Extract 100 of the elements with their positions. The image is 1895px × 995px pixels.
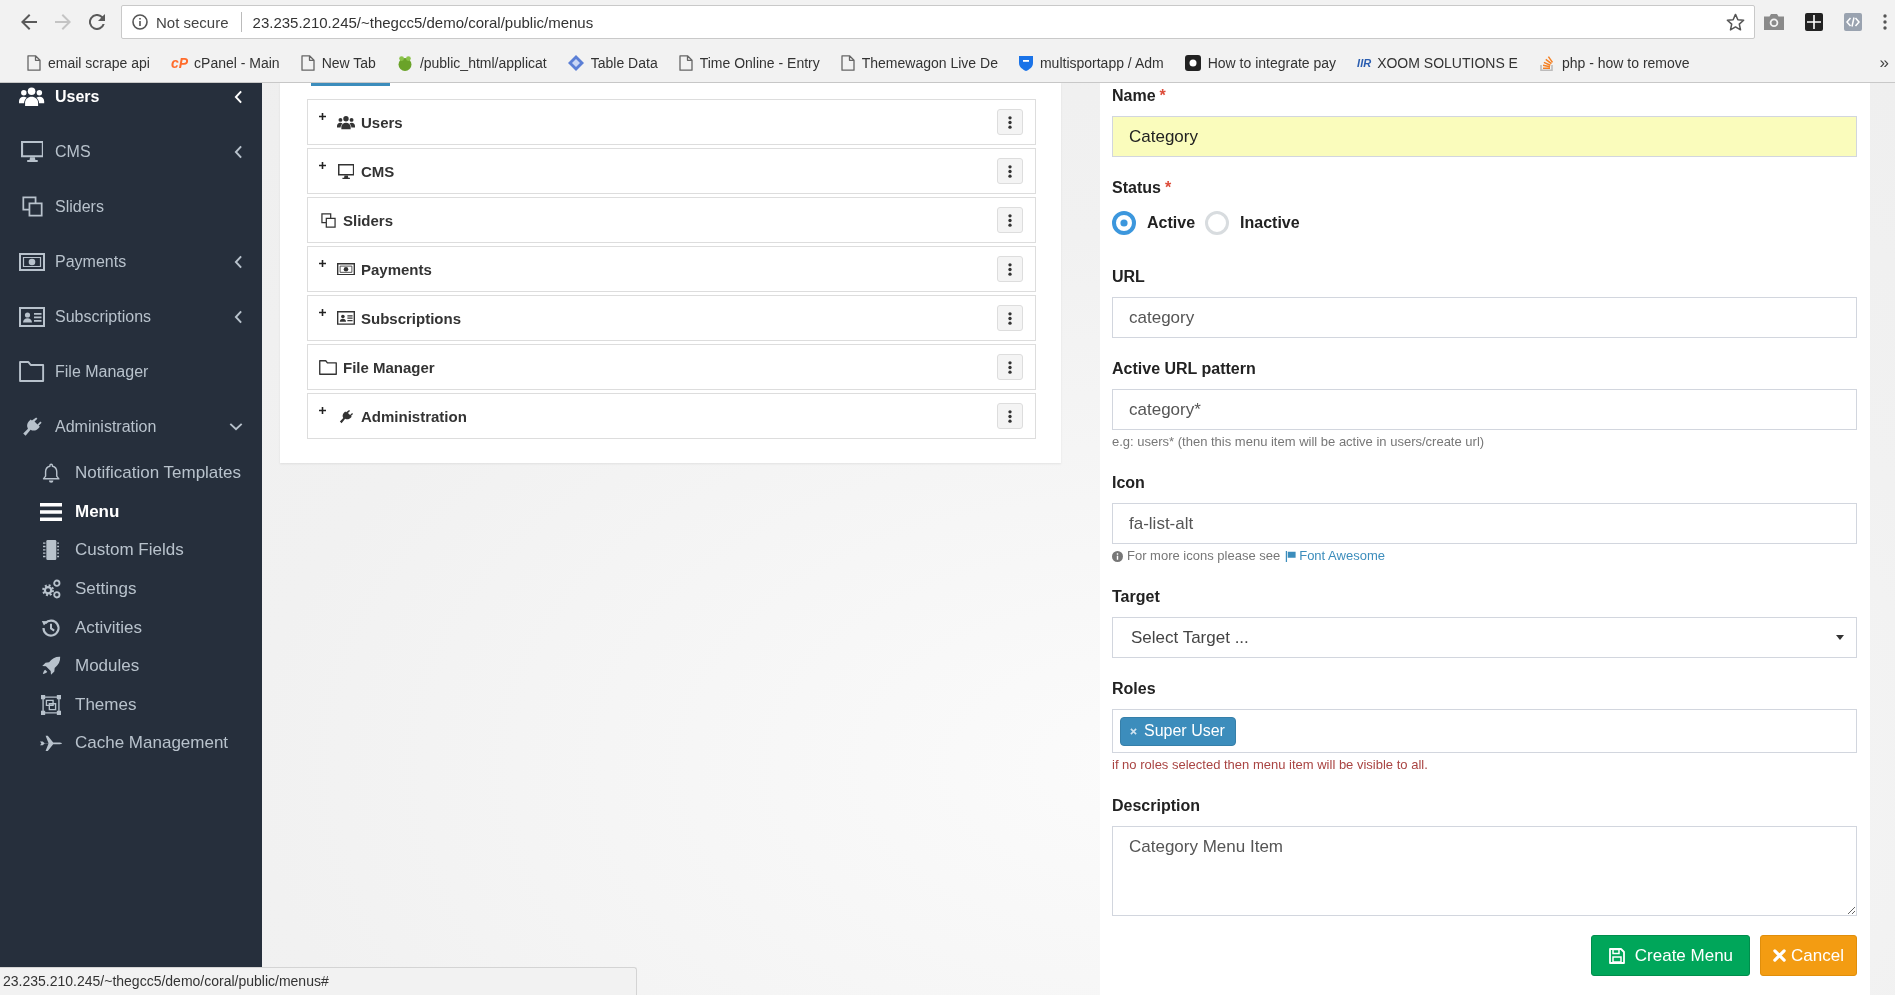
bookmark[interactable]: New Tab bbox=[300, 54, 376, 71]
chevron-left-icon[interactable] bbox=[234, 254, 243, 269]
id-card-icon bbox=[337, 311, 355, 325]
menu-tree-row[interactable]: File Manager bbox=[307, 344, 1036, 390]
row-menu-button[interactable] bbox=[997, 158, 1023, 184]
sidebar-item[interactable]: Subscriptions bbox=[0, 289, 262, 344]
stack-icon bbox=[1538, 54, 1555, 71]
chevron-left-icon[interactable] bbox=[234, 144, 243, 159]
radio-label[interactable]: Active bbox=[1147, 214, 1196, 232]
radio-button[interactable] bbox=[1112, 211, 1136, 235]
id-card-icon bbox=[19, 306, 45, 327]
bell-icon bbox=[41, 463, 61, 484]
star-icon[interactable] bbox=[1726, 13, 1745, 31]
row-menu-button[interactable] bbox=[997, 207, 1023, 233]
textarea-field[interactable]: Category Menu Item bbox=[1112, 826, 1857, 916]
bookmark[interactable]: Themewagon Live De bbox=[840, 54, 998, 71]
bookmarks-overflow-button[interactable]: » bbox=[1879, 52, 1889, 73]
menu-tree-row[interactable]: Users bbox=[307, 99, 1036, 145]
jet-icon bbox=[40, 735, 62, 752]
monitor-icon bbox=[337, 163, 355, 179]
diamond-icon bbox=[567, 54, 584, 71]
grouped-squares-icon bbox=[41, 694, 61, 715]
text-input[interactable]: Category bbox=[1112, 116, 1857, 157]
sidebar-subitem[interactable]: Notification Templates bbox=[0, 454, 262, 493]
row-menu-button[interactable] bbox=[997, 305, 1023, 331]
chevron-down-icon[interactable] bbox=[229, 422, 243, 431]
plug-icon bbox=[338, 408, 354, 424]
row-menu-button[interactable] bbox=[997, 403, 1023, 429]
plus-icon[interactable] bbox=[319, 260, 326, 267]
sidebar-subitem[interactable]: Modules bbox=[0, 646, 262, 686]
flag-icon bbox=[1285, 550, 1297, 562]
tags-field[interactable]: Super User bbox=[1112, 709, 1857, 753]
sidebar-item[interactable]: Administration bbox=[0, 399, 262, 454]
menu-tree-row[interactable]: Sliders bbox=[307, 197, 1036, 243]
text-input[interactable]: category bbox=[1112, 297, 1857, 338]
arrow-right-icon bbox=[55, 14, 71, 30]
history-icon bbox=[41, 617, 61, 638]
field-label: Status bbox=[1112, 178, 1161, 198]
bookmark-logo: IIR bbox=[1357, 56, 1372, 69]
sidebar-subitem[interactable]: Custom Fields bbox=[0, 531, 262, 570]
address-bar[interactable]: Not secure 23.235.210.245/~thegcc5/demo/coral/public/menus bbox=[121, 5, 1755, 39]
menu-tree-row[interactable]: Administration bbox=[307, 393, 1036, 439]
info-icon[interactable] bbox=[132, 14, 148, 30]
bookmark[interactable]: email scrape api bbox=[27, 54, 150, 71]
sidebar-item[interactable]: Sliders bbox=[0, 179, 262, 234]
bookmark[interactable]: IIR XOOM SOLUTIONS E bbox=[1357, 54, 1518, 71]
menu-tree-row[interactable]: CMS bbox=[307, 148, 1036, 194]
sidebar-subitem[interactable]: Activities bbox=[0, 608, 262, 647]
plus-icon[interactable] bbox=[319, 407, 326, 414]
arrow-left-icon bbox=[21, 14, 37, 30]
bookmark[interactable]: /public_html/applicat bbox=[396, 54, 547, 71]
help-link[interactable]: Font Awesome bbox=[1285, 546, 1385, 566]
sidebar-item[interactable]: Payments bbox=[0, 234, 262, 289]
bookmark[interactable]: Time Online - Entry bbox=[678, 54, 820, 71]
info-icon bbox=[1112, 550, 1123, 562]
sidebar-subitem[interactable]: Menu bbox=[0, 492, 262, 532]
kebab-icon bbox=[1008, 262, 1012, 276]
bookmark[interactable]: Table Data bbox=[567, 54, 658, 71]
field-label: URL bbox=[1112, 267, 1145, 287]
bookmark[interactable]: How to integrate pay bbox=[1184, 54, 1337, 71]
sidebar-subitem[interactable]: Cache Management bbox=[0, 724, 262, 763]
grid-icon[interactable] bbox=[1805, 13, 1823, 31]
chevron-left-icon[interactable] bbox=[234, 309, 243, 324]
help-text: e.g: users* (then this menu item will be active in users/create url) bbox=[1112, 433, 1486, 451]
text-input[interactable]: category* bbox=[1112, 389, 1857, 430]
tag-label: Super User bbox=[1144, 722, 1225, 740]
field-label: Name bbox=[1112, 86, 1156, 106]
row-menu-button[interactable] bbox=[997, 256, 1023, 282]
menu-tree-row[interactable]: Payments bbox=[307, 246, 1036, 292]
more-icon[interactable] bbox=[1883, 14, 1887, 30]
menu-tree-row[interactable]: Subscriptions bbox=[307, 295, 1036, 341]
sidebar-item[interactable]: File Manager bbox=[0, 344, 262, 399]
sidebar-item[interactable]: Users bbox=[0, 83, 262, 124]
row-menu-button[interactable] bbox=[997, 109, 1023, 135]
camera-icon[interactable] bbox=[1764, 14, 1784, 30]
security-label[interactable]: Not secure bbox=[156, 13, 229, 31]
bookmark[interactable]: multisportapp / Adm bbox=[1018, 54, 1164, 71]
sidebar-subitem[interactable]: Themes bbox=[0, 685, 262, 725]
plus-icon[interactable] bbox=[319, 309, 326, 316]
select-field[interactable]: Select Target ... bbox=[1112, 617, 1857, 658]
code-icon[interactable] bbox=[1844, 13, 1862, 31]
close-icon bbox=[1773, 949, 1787, 962]
text-input[interactable]: fa-list-alt bbox=[1112, 503, 1857, 544]
help-text: if no roles selected then menu item will be visible to all. bbox=[1112, 756, 1429, 774]
radio-label[interactable]: Inactive bbox=[1240, 214, 1300, 232]
field-label: Target bbox=[1112, 587, 1160, 607]
sidebar-subitem[interactable]: Settings bbox=[0, 569, 262, 609]
sidebar-item[interactable]: CMS bbox=[0, 124, 262, 179]
shield-icon bbox=[1018, 54, 1033, 71]
plus-icon[interactable] bbox=[319, 162, 326, 169]
users-icon bbox=[19, 86, 45, 107]
overlapping-squares-icon bbox=[320, 212, 336, 228]
row-menu-button[interactable] bbox=[997, 354, 1023, 380]
bookmark[interactable]: php - how to remove bbox=[1538, 54, 1690, 71]
users-icon bbox=[337, 114, 355, 130]
bookmark[interactable]: cP cPanel - Main bbox=[170, 54, 280, 71]
plus-icon[interactable] bbox=[319, 113, 326, 120]
caret-icon bbox=[1836, 635, 1844, 640]
url-text[interactable]: 23.235.210.245/~thegcc5/demo/coral/public/menus bbox=[252, 13, 1726, 31]
remove-icon[interactable] bbox=[1130, 727, 1137, 735]
